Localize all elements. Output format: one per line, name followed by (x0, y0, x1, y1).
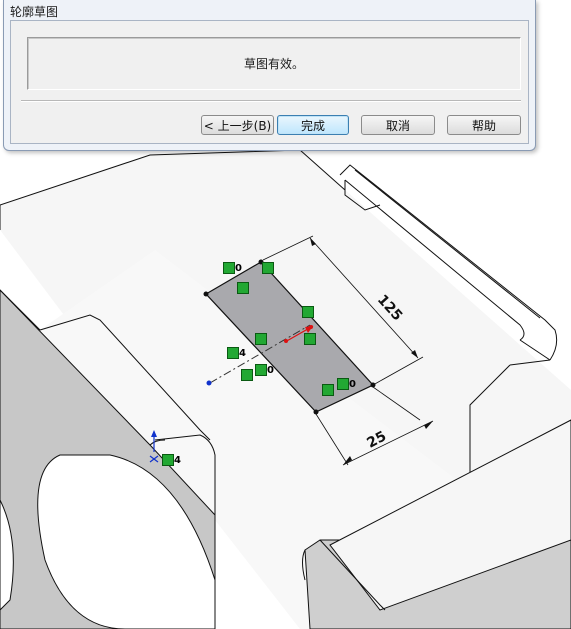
dialog-body: 草图有效。 < 上一步(B) 完成 取消 帮助 (10, 20, 529, 144)
vertical-relation-icon[interactable] (322, 384, 334, 396)
coincident-relation-icon[interactable] (304, 333, 316, 345)
horizontal-relation-icon[interactable] (255, 333, 267, 345)
fix-relation-icon[interactable] (255, 364, 267, 376)
coincident-relation-icon[interactable] (227, 347, 239, 359)
relation-label: 0 (235, 263, 242, 274)
coincident-relation-icon[interactable] (162, 454, 174, 466)
status-message: 草图有效。 (27, 37, 521, 90)
cancel-button[interactable]: 取消 (361, 115, 435, 135)
vertical-relation-icon[interactable] (237, 282, 249, 294)
relation-label: 4 (174, 455, 181, 466)
back-button[interactable]: < 上一步(B) (201, 115, 274, 135)
relation-label: 0 (267, 365, 274, 376)
fix-relation-icon[interactable] (337, 378, 349, 390)
help-button[interactable]: 帮助 (447, 115, 521, 135)
dialog-title: 轮廓草图 (10, 5, 59, 19)
fix-relation-icon[interactable] (302, 306, 314, 318)
relation-label: 4 (239, 348, 246, 359)
fix-relation-icon[interactable] (223, 262, 235, 274)
finish-button[interactable]: 完成 (277, 115, 349, 135)
vertical-relation-icon[interactable] (241, 369, 253, 381)
divider (21, 100, 521, 102)
profile-sketch-dialog: 轮廓草图 草图有效。 < 上一步(B) 完成 取消 帮助 (3, 0, 536, 151)
relation-label: 0 (349, 379, 356, 390)
coincident-relation-icon[interactable] (262, 262, 274, 274)
